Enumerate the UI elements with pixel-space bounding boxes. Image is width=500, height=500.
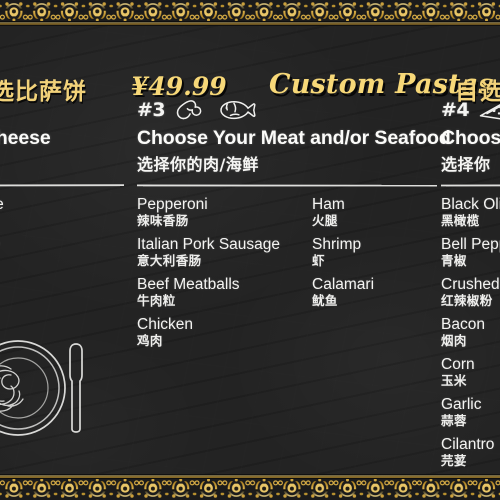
item-name-en: Garlic	[441, 395, 482, 413]
list-item[interactable]: Calamari 鱿鱼	[312, 276, 374, 309]
section-title-topping: Choose	[441, 127, 500, 149]
item-name-cn: 烟肉	[441, 333, 467, 349]
item-name-cn: 虾	[312, 253, 325, 269]
item-name-en: Pepperoni	[137, 196, 208, 213]
item-name-en: Chicken	[137, 315, 193, 333]
section-choose-your-meat-seafood: #3 Choose Your Meat and/or Seafood 选择你的肉…	[137, 96, 451, 356]
item-name-en: Corn	[441, 355, 475, 373]
item-name-en: Crushed	[441, 275, 500, 293]
item-name-en: la Cheese	[0, 196, 4, 213]
section-title-cheese: Your Cheese	[0, 127, 51, 149]
list-item[interactable]: Beef Meatballs 牛肉粒	[137, 276, 312, 309]
section-divider-meat	[137, 184, 437, 187]
section-number-meat: #3	[137, 99, 166, 121]
item-name-en: Shrimp	[312, 235, 362, 253]
section-title-meat: Choose Your Meat and/or Seafood	[137, 127, 451, 149]
item-name-cn: 黑橄榄	[441, 213, 480, 229]
item-name-en: n Cheese	[0, 236, 4, 253]
list-item[interactable]: Corn 玉米	[441, 356, 500, 389]
section-choose-your-cheese: Your Cheese 的芝士 la Cheese 芝士 n Cheese he…	[0, 96, 124, 291]
item-name-cn: 鸡肉	[137, 333, 163, 349]
section-divider-topping	[441, 184, 500, 187]
item-name-cn: 火腿	[312, 213, 338, 229]
section-title-topping-cn: 选择你	[441, 155, 491, 174]
item-name-en: heese	[0, 266, 4, 283]
items-topping: Black Oli 黑橄榄 Bell Pepp 青椒 Crushed 红辣椒粉 …	[441, 196, 500, 476]
items-cheese: la Cheese 芝士 n Cheese heese	[0, 196, 124, 291]
item-name-en: Beef Meatballs	[137, 275, 240, 293]
item-name-en: Bell Pepp	[441, 235, 500, 253]
drumstick-icon	[176, 100, 202, 120]
section-divider-cheese	[0, 184, 124, 187]
header-price: ¥49.99	[131, 72, 227, 101]
ornamental-border-bottom	[0, 474, 500, 500]
section-title-cheese-cn: 的芝士	[0, 151, 124, 175]
item-name-cn: 牛肉粒	[137, 293, 176, 309]
list-item[interactable]: Pepperoni 辣味香肠	[137, 196, 312, 229]
list-item[interactable]: la Cheese 芝士	[0, 196, 4, 229]
items-meat-primary: Pepperoni 辣味香肠 Italian Pork Sausage 意大利香…	[137, 196, 312, 356]
item-name-cn: 芝士	[0, 213, 4, 229]
list-item[interactable]: Bell Pepp 青椒	[441, 236, 500, 269]
item-name-en: Black Oli	[441, 196, 500, 213]
pasta-plate-illustration	[0, 330, 120, 450]
list-item[interactable]: Garlic 蒜蓉	[441, 396, 500, 429]
list-item[interactable]: Bacon 烟肉	[441, 316, 500, 349]
list-item[interactable]: n Cheese	[0, 236, 4, 253]
list-item[interactable]: Black Oli 黑橄榄	[441, 196, 500, 229]
item-name-cn: 辣味香肠	[137, 213, 189, 229]
item-name-en: Cilantro	[441, 435, 495, 453]
list-item[interactable]: heese	[0, 266, 4, 283]
item-name-cn: 意大利香肠	[137, 253, 202, 269]
item-name-en: Bacon	[441, 315, 485, 333]
list-item[interactable]: Shrimp 虾	[312, 236, 374, 269]
item-name-en: Italian Pork Sausage	[137, 235, 281, 253]
item-name-cn: 玉米	[441, 373, 467, 389]
item-name-cn: 青椒	[441, 253, 467, 269]
list-item[interactable]: Crushed 红辣椒粉	[441, 276, 500, 309]
ornamental-border-top	[0, 0, 500, 26]
item-name-cn: 红辣椒粉	[441, 293, 493, 309]
items-meat-seafood: Ham 火腿 Shrimp 虾 Calamari 鱿鱼	[312, 196, 374, 356]
header-pizza-title-cn: 选比萨饼	[0, 79, 87, 105]
chalkboard-menu: 选比萨饼 ¥49.99 Custom Pastas 自选 Your Cheese…	[0, 0, 500, 500]
item-name-en: Ham	[312, 196, 345, 213]
menu-header: 选比萨饼 ¥49.99 Custom Pastas 自选	[0, 28, 500, 105]
item-name-cn: 芫荽	[441, 453, 467, 469]
section-title-meat-cn: 选择你的肉/海鲜	[137, 155, 259, 174]
item-name-cn: 鱿鱼	[312, 293, 338, 309]
header-pastas-title-cn: 自选	[455, 79, 500, 105]
item-name-cn: 蒜蓉	[441, 413, 467, 429]
item-name-en: Calamari	[312, 275, 375, 293]
list-item[interactable]: Cilantro 芫荽	[441, 436, 500, 469]
section-choose-your-toppings: #4 Choose 选择你	[441, 96, 500, 476]
items-meat: Pepperoni 辣味香肠 Italian Pork Sausage 意大利香…	[137, 196, 437, 356]
list-item[interactable]: Ham 火腿	[312, 196, 374, 229]
list-item[interactable]: Italian Pork Sausage 意大利香肠	[137, 236, 312, 269]
list-item[interactable]: Chicken 鸡肉	[137, 316, 312, 349]
